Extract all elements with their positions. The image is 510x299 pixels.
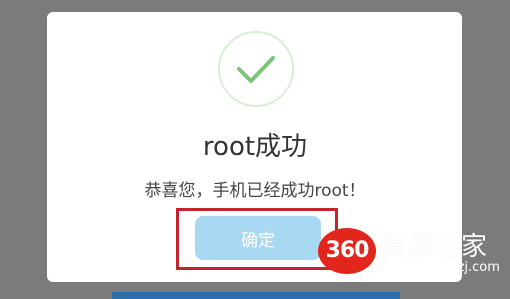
dialog-title: root成功 xyxy=(202,132,308,162)
site-watermark: 360 货源之家 www.360hyzj.com xyxy=(318,222,510,282)
watermark-url: www.360hyzj.com xyxy=(382,260,500,275)
watermark-name: 货源之家 xyxy=(380,232,489,262)
confirm-button[interactable]: 确定 xyxy=(195,216,321,260)
watermark-logo: 360 xyxy=(318,228,376,274)
dialog-message: 恭喜您，手机已经成功root！ xyxy=(144,181,366,201)
success-check-icon xyxy=(218,31,294,107)
underlying-bar xyxy=(112,292,400,299)
check-icon xyxy=(237,56,275,83)
